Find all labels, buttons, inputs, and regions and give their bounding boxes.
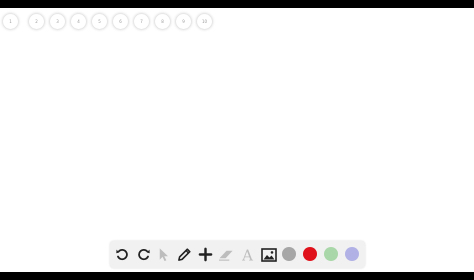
- drawing-toolbar: A: [110, 241, 365, 268]
- page-button-10[interactable]: 10: [197, 14, 212, 29]
- redo-button[interactable]: [134, 245, 153, 264]
- page-button-2[interactable]: 2: [29, 14, 44, 29]
- eraser-icon: [219, 250, 233, 261]
- color-swatch-light-green[interactable]: [324, 247, 338, 261]
- page-button-3[interactable]: 3: [50, 14, 65, 29]
- svg-text:A: A: [241, 247, 253, 263]
- page-button-6[interactable]: 6: [113, 14, 128, 29]
- color-swatch-red[interactable]: [303, 247, 317, 261]
- redo-icon: [138, 248, 150, 261]
- text-tool-button[interactable]: A: [238, 245, 257, 264]
- pencil-icon: [178, 248, 191, 261]
- select-tool-button[interactable]: [154, 245, 173, 264]
- eraser-tool-button[interactable]: [217, 245, 236, 264]
- page-button-7[interactable]: 7: [134, 14, 149, 29]
- letterbox-top: [0, 0, 474, 8]
- pencil-tool-button[interactable]: [175, 245, 194, 264]
- color-swatch-gray[interactable]: [282, 247, 296, 261]
- page-button-4[interactable]: 4: [71, 14, 86, 29]
- page-selector: 1 2 3 4 5 6 7 8 9 10: [3, 14, 223, 30]
- page-button-5[interactable]: 5: [92, 14, 107, 29]
- add-shape-button[interactable]: [196, 245, 215, 264]
- whiteboard-canvas[interactable]: [0, 8, 474, 272]
- image-tool-button[interactable]: [259, 245, 278, 264]
- letterbox-bottom: [0, 272, 474, 280]
- page-button-8[interactable]: 8: [155, 14, 170, 29]
- undo-button[interactable]: [113, 245, 132, 264]
- color-swatch-lavender[interactable]: [345, 247, 359, 261]
- page-button-9[interactable]: 9: [176, 14, 191, 29]
- undo-icon: [116, 248, 128, 261]
- plus-icon: [198, 247, 213, 262]
- page-button-1[interactable]: 1: [3, 14, 18, 29]
- image-icon: [260, 247, 277, 262]
- text-icon: A: [241, 247, 253, 263]
- pointer-icon: [159, 248, 168, 262]
